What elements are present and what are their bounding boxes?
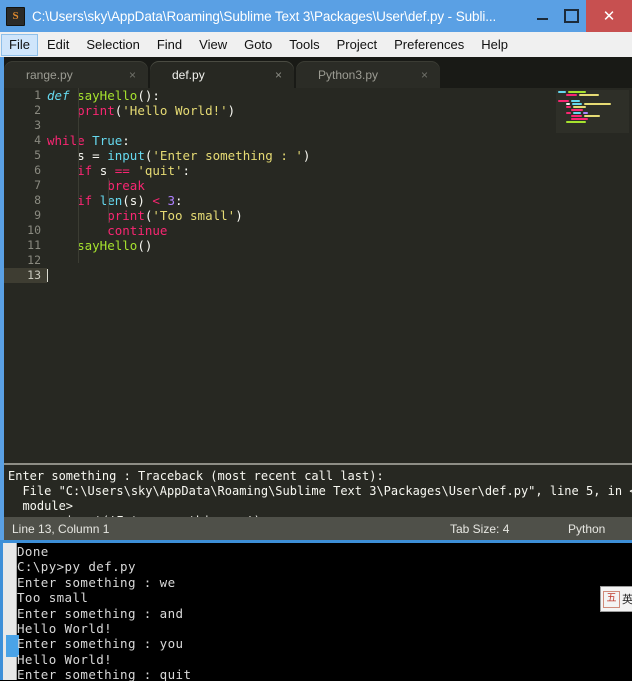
sublime-text-window: range.py × def.py × Python3.py × 1 2 3 4… [0, 57, 632, 558]
menu-item-goto[interactable]: Goto [236, 34, 280, 56]
menu-item-project[interactable]: Project [329, 34, 385, 56]
terminal-line: Hello World! [17, 651, 113, 667]
close-button[interactable]: ✕ [586, 0, 632, 32]
line-number-current: 13 [4, 268, 47, 283]
menu-item-help[interactable]: Help [473, 34, 516, 56]
terminal-output: Done C:\py>py def.py Enter something : w… [17, 543, 632, 681]
minimize-button[interactable] [528, 0, 556, 32]
ime-language-label[interactable]: 英 [622, 591, 632, 607]
code-text[interactable]: def sayHello(): print('Hello World!') wh… [47, 88, 547, 463]
console-line: module> [8, 499, 74, 513]
line-number: 5 [34, 148, 41, 162]
sublime-text-icon: S [6, 6, 25, 26]
tab-label: def.py [172, 67, 205, 82]
text-cursor [47, 269, 48, 282]
close-icon[interactable]: × [275, 69, 282, 81]
line-number: 12 [27, 253, 41, 267]
terminal-line: Enter something : we [17, 574, 176, 590]
code-line-4: while True: [47, 133, 130, 148]
terminal-line: C:\py>py def.py [17, 559, 136, 575]
line-number: 10 [27, 223, 41, 237]
console-line: Enter something : Traceback (most recent… [8, 469, 384, 483]
line-number-gutter: 1 2 3 4 5 6 7 8 9 10 11 12 13 [4, 88, 47, 463]
line-number: 3 [34, 118, 41, 132]
menu-item-selection[interactable]: Selection [78, 34, 147, 56]
line-number: 6 [34, 163, 41, 177]
code-line-8: if len(s) < 3: [77, 193, 183, 208]
maximize-icon [563, 9, 579, 23]
indent-guide [78, 88, 79, 263]
terminal-line: Done [17, 544, 49, 559]
code-editor[interactable]: 1 2 3 4 5 6 7 8 9 10 11 12 13 def sayHel… [4, 88, 632, 463]
title-bar: S C:\Users\sky\AppData\Roaming\Sublime T… [0, 0, 632, 32]
cursor-position-status[interactable]: Line 13, Column 1 [12, 522, 109, 536]
console-line: File "C:\Users\sky\AppData\Roaming\Subli… [8, 484, 632, 498]
terminal-line: Enter something : you [17, 636, 184, 652]
line-number: 9 [34, 208, 41, 222]
tab-bar: range.py × def.py × Python3.py × [4, 57, 632, 88]
line-number: 1 [34, 88, 41, 102]
tab-range-py[interactable]: range.py × [4, 61, 148, 88]
terminal-scrollbar[interactable] [3, 543, 19, 680]
code-line-13 [47, 268, 547, 283]
indent-guide [108, 178, 109, 223]
menu-item-preferences[interactable]: Preferences [386, 34, 472, 56]
code-line-5: s = input('Enter something : ') [77, 148, 311, 163]
tab-label: range.py [26, 67, 73, 82]
minimap[interactable] [556, 90, 629, 133]
window-title: C:\Users\sky\AppData\Roaming\Sublime Tex… [32, 8, 497, 24]
language-status[interactable]: Python [568, 522, 605, 536]
terminal-line: Too small [17, 590, 89, 606]
ime-language-bar[interactable]: 五 英 [600, 586, 632, 612]
status-bar: Line 13, Column 1 Tab Size: 4 Python [4, 517, 632, 540]
code-line-11: sayHello() [77, 238, 153, 253]
minimap-row [558, 120, 629, 123]
terminal-line: Enter something : quit [17, 667, 192, 681]
menu-item-view[interactable]: View [191, 34, 235, 56]
code-line-2: print('Hello World!') [77, 103, 236, 118]
build-output-console[interactable]: Enter something : Traceback (most recent… [4, 465, 632, 558]
line-number: 7 [34, 178, 41, 192]
code-line-6: if s == 'quit': [77, 163, 191, 178]
menu-item-file[interactable]: File [1, 33, 38, 56]
menu-bar: File Edit Selection Find View Goto Tools… [0, 32, 632, 58]
line-number: 11 [27, 238, 41, 252]
menu-item-edit[interactable]: Edit [39, 34, 77, 56]
command-prompt-window[interactable]: Done C:\py>py def.py Enter something : w… [0, 540, 632, 681]
screen: S C:\Users\sky\AppData\Roaming\Sublime T… [0, 0, 632, 681]
menu-item-find[interactable]: Find [149, 34, 190, 56]
code-line-9: print('Too small') [107, 208, 243, 223]
line-number: 8 [34, 193, 41, 207]
window-controls: ✕ [528, 0, 632, 32]
ime-mode-icon[interactable]: 五 [603, 590, 620, 608]
minimize-icon [536, 18, 548, 20]
terminal-line: Enter something : and [17, 605, 184, 621]
close-icon[interactable]: × [421, 69, 428, 81]
code-line-7: break [107, 178, 145, 193]
tab-python3-py[interactable]: Python3.py × [296, 61, 440, 88]
close-icon[interactable]: × [129, 69, 136, 81]
code-line-1: def sayHello(): [47, 88, 160, 103]
terminal-line: Hello World! [17, 621, 113, 637]
line-number: 4 [34, 133, 41, 147]
line-number: 2 [34, 103, 41, 117]
maximize-button[interactable] [556, 0, 586, 32]
tab-label: Python3.py [318, 67, 379, 82]
code-line-10: continue [107, 223, 168, 238]
menu-item-tools[interactable]: Tools [281, 34, 327, 56]
tab-size-status[interactable]: Tab Size: 4 [450, 522, 509, 536]
tab-def-py[interactable]: def.py × [150, 61, 294, 88]
